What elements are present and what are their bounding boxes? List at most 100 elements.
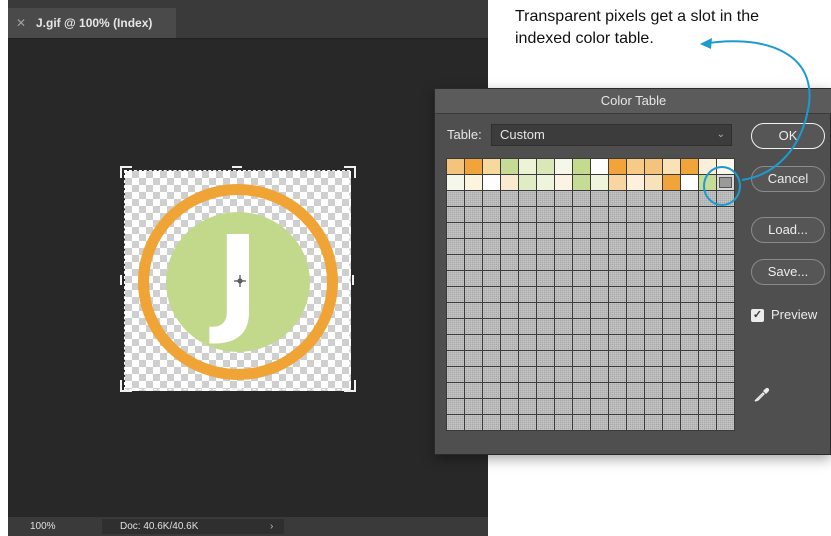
empty-color-swatch[interactable] [662,270,681,287]
empty-color-swatch[interactable] [446,222,465,239]
empty-color-swatch[interactable] [482,286,501,303]
color-swatch[interactable] [572,158,591,175]
color-swatch[interactable] [698,174,717,191]
color-swatch[interactable] [662,174,681,191]
color-swatch[interactable] [554,158,573,175]
color-swatch[interactable] [464,158,483,175]
empty-color-swatch[interactable] [608,238,627,255]
empty-color-swatch[interactable] [644,254,663,271]
empty-color-swatch[interactable] [626,270,645,287]
empty-color-swatch[interactable] [698,286,717,303]
ok-button[interactable]: OK [751,123,825,149]
empty-color-swatch[interactable] [518,238,537,255]
empty-color-swatch[interactable] [716,398,735,415]
empty-color-swatch[interactable] [716,238,735,255]
empty-color-swatch[interactable] [518,286,537,303]
empty-color-swatch[interactable] [680,206,699,223]
empty-color-swatch[interactable] [644,318,663,335]
empty-color-swatch[interactable] [572,366,591,383]
empty-color-swatch[interactable] [518,414,537,431]
empty-color-swatch[interactable] [626,222,645,239]
empty-color-swatch[interactable] [572,286,591,303]
color-swatch[interactable] [518,158,537,175]
empty-color-swatch[interactable] [680,190,699,207]
save-button[interactable]: Save... [751,259,825,285]
empty-color-swatch[interactable] [500,286,519,303]
empty-color-swatch[interactable] [590,414,609,431]
empty-color-swatch[interactable] [698,382,717,399]
empty-color-swatch[interactable] [680,398,699,415]
empty-color-swatch[interactable] [536,414,555,431]
empty-color-swatch[interactable] [608,254,627,271]
empty-color-swatch[interactable] [644,302,663,319]
empty-color-swatch[interactable] [698,318,717,335]
empty-color-swatch[interactable] [464,302,483,319]
empty-color-swatch[interactable] [626,238,645,255]
empty-color-swatch[interactable] [464,190,483,207]
empty-color-swatch[interactable] [518,350,537,367]
empty-color-swatch[interactable] [644,222,663,239]
color-swatch[interactable] [626,174,645,191]
empty-color-swatch[interactable] [698,414,717,431]
empty-color-swatch[interactable] [518,270,537,287]
color-swatch[interactable] [608,158,627,175]
empty-color-swatch[interactable] [482,254,501,271]
color-swatch[interactable] [554,174,573,191]
empty-color-swatch[interactable] [518,334,537,351]
transform-handle-bottom[interactable] [232,388,242,390]
empty-color-swatch[interactable] [626,350,645,367]
empty-color-swatch[interactable] [698,398,717,415]
empty-color-swatch[interactable] [680,350,699,367]
color-swatch[interactable] [536,158,555,175]
empty-color-swatch[interactable] [698,350,717,367]
empty-color-swatch[interactable] [572,206,591,223]
color-swatch[interactable] [644,174,663,191]
empty-color-swatch[interactable] [662,302,681,319]
empty-color-swatch[interactable] [662,382,681,399]
empty-color-swatch[interactable] [500,350,519,367]
empty-color-swatch[interactable] [590,286,609,303]
empty-color-swatch[interactable] [716,382,735,399]
empty-color-swatch[interactable] [680,286,699,303]
empty-color-swatch[interactable] [644,286,663,303]
empty-color-swatch[interactable] [644,350,663,367]
empty-color-swatch[interactable] [608,382,627,399]
empty-color-swatch[interactable] [716,286,735,303]
empty-color-swatch[interactable] [644,270,663,287]
empty-color-swatch[interactable] [500,414,519,431]
empty-color-swatch[interactable] [572,318,591,335]
transform-handle-left[interactable] [120,275,122,285]
empty-color-swatch[interactable] [554,318,573,335]
empty-color-swatch[interactable] [608,414,627,431]
empty-color-swatch[interactable] [554,254,573,271]
empty-color-swatch[interactable] [536,190,555,207]
empty-color-swatch[interactable] [500,222,519,239]
empty-color-swatch[interactable] [464,334,483,351]
empty-color-swatch[interactable] [482,206,501,223]
empty-color-swatch[interactable] [644,382,663,399]
empty-color-swatch[interactable] [464,366,483,383]
empty-color-swatch[interactable] [590,222,609,239]
empty-color-swatch[interactable] [662,254,681,271]
empty-color-swatch[interactable] [482,222,501,239]
empty-color-swatch[interactable] [662,334,681,351]
empty-color-swatch[interactable] [572,414,591,431]
empty-color-swatch[interactable] [554,366,573,383]
table-select[interactable]: Custom ⌄ [491,124,732,146]
empty-color-swatch[interactable] [680,222,699,239]
empty-color-swatch[interactable] [482,398,501,415]
empty-color-swatch[interactable] [608,318,627,335]
empty-color-swatch[interactable] [500,334,519,351]
empty-color-swatch[interactable] [572,334,591,351]
empty-color-swatch[interactable] [554,302,573,319]
empty-color-swatch[interactable] [698,366,717,383]
empty-color-swatch[interactable] [680,366,699,383]
empty-color-swatch[interactable] [536,254,555,271]
empty-color-swatch[interactable] [500,302,519,319]
empty-color-swatch[interactable] [626,206,645,223]
empty-color-swatch[interactable] [698,222,717,239]
empty-color-swatch[interactable] [572,398,591,415]
empty-color-swatch[interactable] [716,270,735,287]
empty-color-swatch[interactable] [644,238,663,255]
eyedropper-icon[interactable] [753,385,771,403]
